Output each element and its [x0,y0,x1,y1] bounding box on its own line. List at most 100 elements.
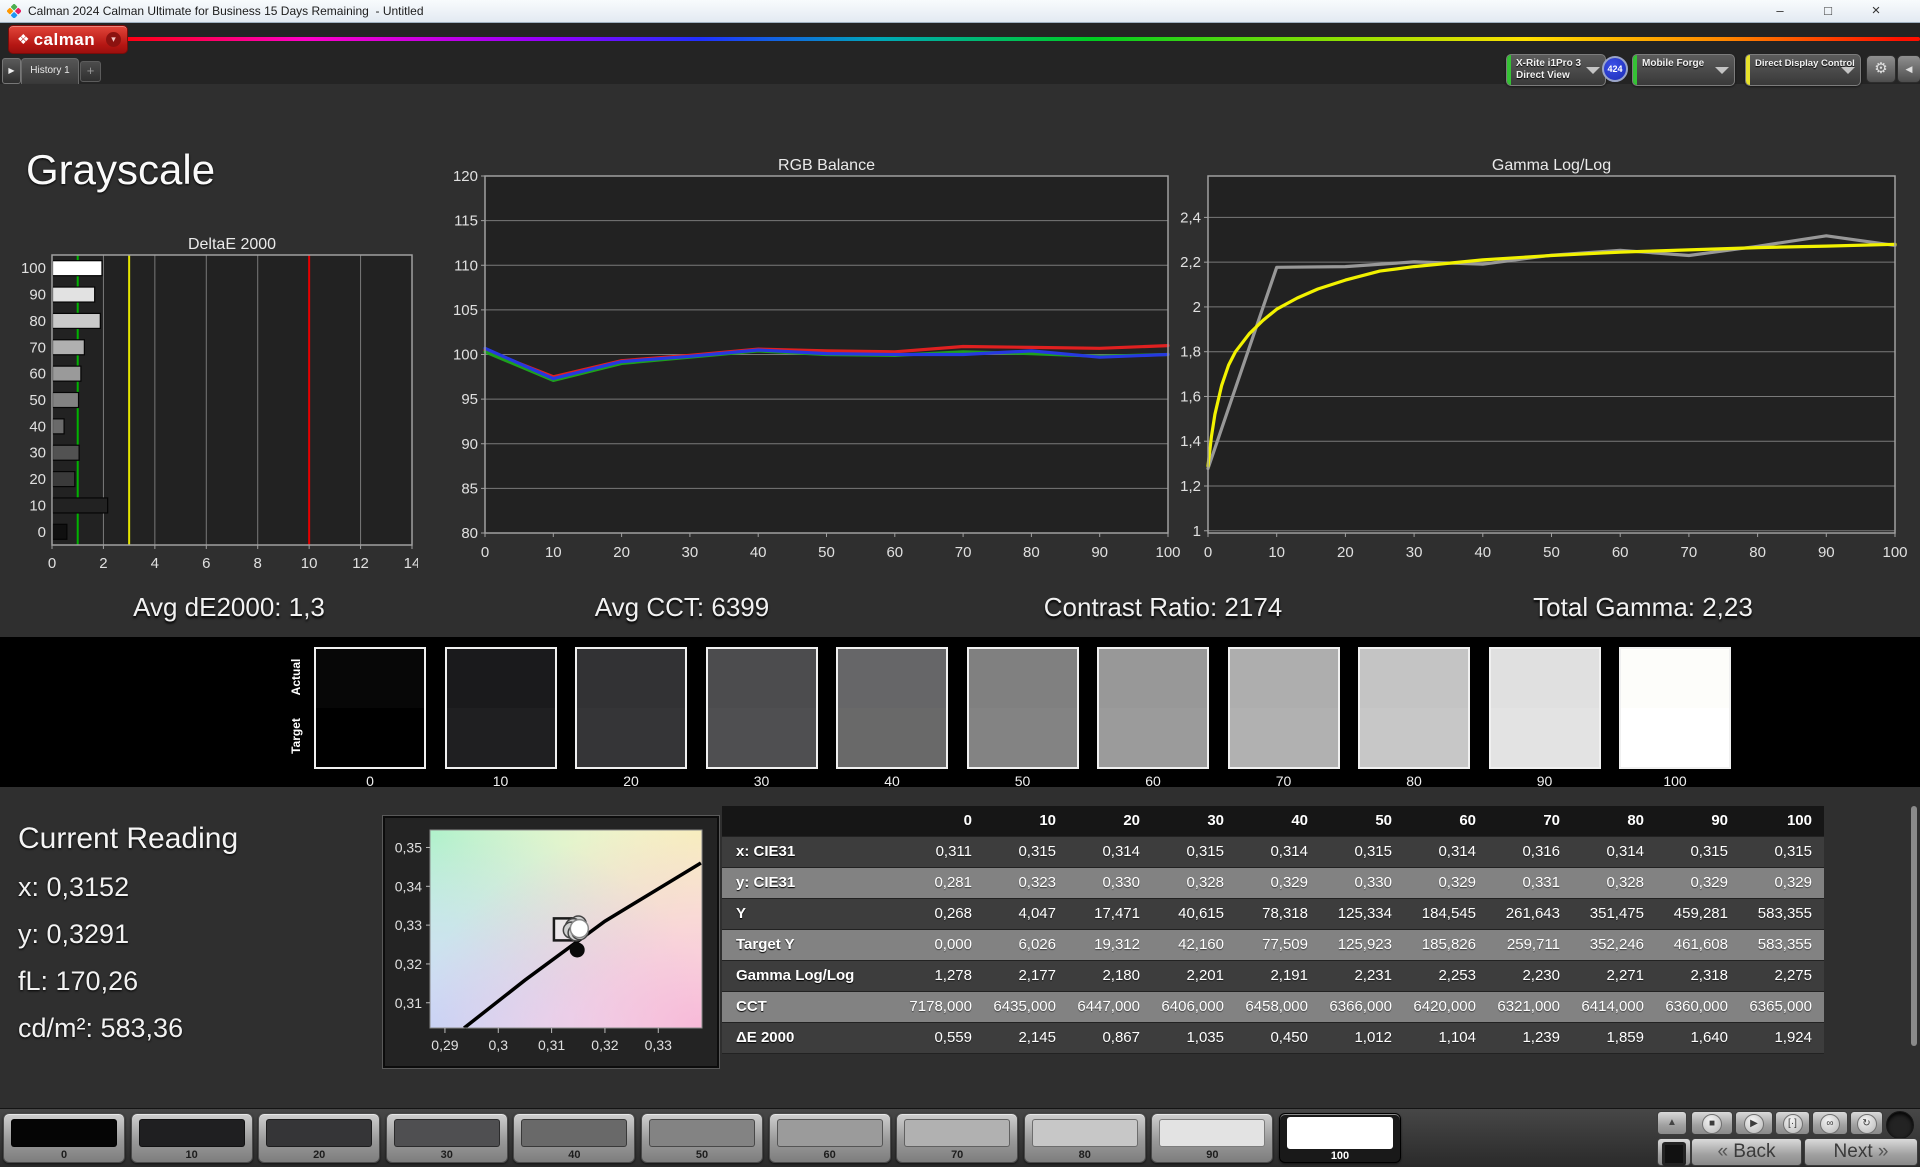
table-row: Y0,2684,04717,47140,61578,318125,334184,… [722,899,1824,930]
pattern-button-50[interactable]: 50 [641,1113,763,1163]
column-header-10: 10 [984,806,1068,836]
svg-text:60: 60 [1612,544,1629,561]
table-cell: 0,314 [1236,837,1320,867]
svg-text:90: 90 [29,287,46,304]
settings-gear-button[interactable]: ⚙ [1866,55,1896,83]
next-button[interactable]: Next » [1804,1138,1918,1166]
swatch-patch [1228,647,1340,769]
avg-cct-stat: Avg CCT: 6399 [522,592,842,623]
table-cell: 261,643 [1488,899,1572,929]
reading-cdm2: cd/m²: 583,36 [18,1013,183,1044]
reading-x: x: 0,3152 [18,872,129,903]
maximize-button[interactable]: □ [1813,0,1843,22]
refresh-button[interactable]: ↻ [1850,1111,1883,1135]
source-selector[interactable]: Mobile Forge [1632,54,1735,86]
meter-count-badge[interactable]: 424 [1602,56,1628,82]
pattern-label: 80 [1025,1149,1145,1161]
pattern-swatch [139,1119,245,1147]
pattern-button-20[interactable]: 20 [258,1113,380,1163]
pattern-button-90[interactable]: 90 [1151,1113,1273,1163]
svg-text:1,2: 1,2 [1180,478,1201,495]
measure-once-button[interactable]: [·] [1775,1111,1810,1135]
chevrons-left-icon: « [1717,1141,1728,1162]
table-cell: 125,923 [1320,930,1404,960]
column-header-80: 80 [1572,806,1656,836]
table-cell: 0,314 [1068,837,1152,867]
pattern-button-10[interactable]: 10 [131,1113,253,1163]
pattern-button-60[interactable]: 60 [769,1113,891,1163]
svg-text:60: 60 [29,366,46,383]
svg-text:20: 20 [1337,544,1354,561]
target-swatch [708,708,816,767]
table-cell: 184,545 [1404,899,1488,929]
svg-text:80: 80 [1023,544,1040,561]
table-scrollbar[interactable] [1911,806,1917,1046]
calman-menu-button[interactable]: ❖ calman ▾ [8,25,128,54]
pattern-button-0[interactable]: 0 [3,1113,125,1163]
pattern-swatch [394,1119,500,1147]
swatch-column-60: 60 [1097,647,1209,789]
swatch-patch [1358,647,1470,769]
swatch-patch [314,647,426,769]
table-cell: 0,450 [1236,1023,1320,1053]
swatch-patch [1619,647,1731,769]
svg-text:60: 60 [886,544,903,561]
pattern-up-button[interactable]: ▲ [1657,1111,1687,1135]
swatch-patch [1489,647,1601,769]
svg-text:40: 40 [1474,544,1491,561]
pattern-swatch [1159,1119,1265,1147]
pattern-window-button[interactable] [1657,1138,1691,1166]
svg-text:8: 8 [254,555,262,572]
target-swatch [577,708,685,767]
chevron-up-icon: ▲ [1667,1117,1677,1128]
table-cell: 1,278 [900,961,984,991]
table-cell: 0,314 [1572,837,1656,867]
table-cell: 0,314 [1404,837,1488,867]
close-button[interactable]: × [1858,0,1894,22]
svg-text:0,29: 0,29 [431,1037,458,1053]
chevron-down-icon: ▾ [106,32,121,47]
table-cell: 2,253 [1404,961,1488,991]
svg-text:0,33: 0,33 [645,1037,672,1053]
target-row-label: Target [289,706,303,766]
table-cell: 1,239 [1488,1023,1572,1053]
meter-selector[interactable]: X-Rite i1Pro 3 Direct View [1506,54,1606,86]
svg-text:70: 70 [1681,544,1698,561]
table-cell: 0,330 [1320,868,1404,898]
svg-text:100: 100 [1882,544,1907,561]
pattern-swatch [649,1119,755,1147]
table-cell: 42,160 [1152,930,1236,960]
back-button[interactable]: « Back [1691,1138,1802,1166]
table-cell: 17,471 [1068,899,1152,929]
pattern-button-40[interactable]: 40 [513,1113,635,1163]
svg-text:1,4: 1,4 [1180,433,1201,450]
measure-continuous-button[interactable]: ∞ [1812,1111,1848,1135]
svg-text:90: 90 [461,436,478,453]
table-cell: 2,191 [1236,961,1320,991]
tab-scroll-button[interactable]: ▶ [2,58,21,84]
table-cell: 4,047 [984,899,1068,929]
pattern-button-30[interactable]: 30 [386,1113,508,1163]
calman-diamond-icon: ❖ [17,31,30,48]
tab-history-1[interactable]: History 1 [21,58,79,84]
target-swatch [1491,708,1599,767]
display-control-selector[interactable]: Direct Display Control [1745,54,1861,86]
svg-text:12: 12 [352,555,369,572]
chevron-down-icon [1715,67,1729,74]
minimize-button[interactable]: – [1765,0,1795,22]
table-cell: 6420,000 [1404,992,1488,1022]
table-cell: 2,271 [1572,961,1656,991]
pattern-button-70[interactable]: 70 [896,1113,1018,1163]
table-cell: 6435,000 [984,992,1068,1022]
table-cell: 6414,000 [1572,992,1656,1022]
actual-swatch [838,649,946,708]
stop-button[interactable]: ■ [1691,1111,1733,1135]
chevron-down-icon [1841,67,1855,74]
swatch-level-label: 70 [1228,773,1340,789]
collapse-panel-button[interactable]: ◀ [1897,55,1920,83]
calman-logo-label: calman [34,30,96,50]
play-button[interactable]: ▶ [1735,1111,1773,1135]
pattern-button-100[interactable]: 100 [1279,1113,1401,1163]
add-tab-button[interactable]: + [80,61,101,82]
pattern-button-80[interactable]: 80 [1024,1113,1146,1163]
